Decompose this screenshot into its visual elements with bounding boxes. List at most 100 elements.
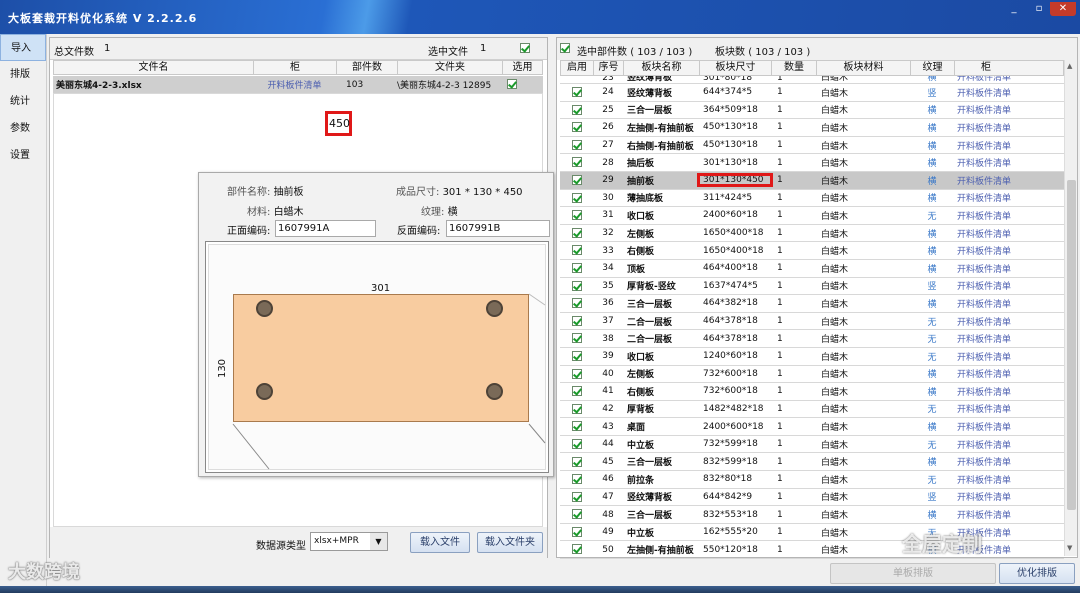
table-row[interactable]: 30 薄抽底板 311*424*5 1 白蜡木 横 开料板件清单 — [560, 190, 1064, 208]
table-row[interactable]: 32 左侧板 1650*400*18 1 白蜡木 横 开料板件清单 — [560, 225, 1064, 243]
row-enable-checkbox[interactable] — [571, 386, 582, 397]
col-material[interactable]: 板块材料 — [817, 61, 911, 75]
row-enable-checkbox[interactable] — [571, 210, 582, 221]
row-enable-checkbox[interactable] — [571, 456, 582, 467]
col-cabinet[interactable]: 柜 — [955, 61, 1017, 75]
row-enable-checkbox[interactable] — [571, 280, 582, 291]
col-quantity[interactable]: 数量 — [772, 61, 817, 75]
col-block-name[interactable]: 板块名称 — [624, 61, 700, 75]
table-row[interactable]: 40 左侧板 732*600*18 1 白蜡木 横 开料板件清单 — [560, 366, 1064, 384]
scroll-down-icon[interactable]: ▼ — [1067, 544, 1072, 552]
row-enable-checkbox[interactable] — [571, 403, 582, 414]
col-use[interactable]: 选用 — [503, 61, 542, 74]
row-enable-checkbox[interactable] — [571, 157, 582, 168]
nav-layout[interactable]: 排版 — [0, 61, 46, 88]
col-block-size[interactable]: 板块尺寸 — [700, 61, 772, 75]
table-row[interactable]: 36 三合一层板 464*382*18 1 白蜡木 横 开料板件清单 — [560, 295, 1064, 313]
col-filename[interactable]: 文件名 — [54, 61, 254, 74]
table-row[interactable]: 34 顶板 464*400*18 1 白蜡木 横 开料板件清单 — [560, 260, 1064, 278]
table-row[interactable]: 42 厚背板 1482*482*18 1 白蜡木 无 开料板件清单 — [560, 401, 1064, 419]
back-code-field[interactable]: 1607991B — [446, 220, 550, 237]
table-row[interactable]: 27 右抽侧-有抽前板 450*130*18 1 白蜡木 横 开料板件清单 — [560, 137, 1064, 155]
table-row[interactable]: 47 竖纹薄背板 644*842*9 1 白蜡木 竖 开料板件清单 — [560, 489, 1064, 507]
table-row[interactable]: 29 抽前板 301*130*450 1 白蜡木 横 开料板件清单 — [560, 171, 1064, 190]
table-row[interactable]: 28 抽后板 301*130*18 1 白蜡木 横 开料板件清单 — [560, 154, 1064, 172]
table-row[interactable]: 46 前拉条 832*80*18 1 白蜡木 无 开料板件清单 — [560, 471, 1064, 489]
row-material: 白蜡木 — [821, 546, 849, 557]
table-row[interactable]: 45 三合一层板 832*599*18 1 白蜡木 横 开料板件清单 — [560, 453, 1064, 472]
minimize-button[interactable]: _ — [1003, 2, 1025, 16]
row-enable-checkbox[interactable] — [571, 87, 582, 98]
table-row[interactable]: 44 中立板 732*599*18 1 白蜡木 无 开料板件清单 — [560, 436, 1064, 454]
row-enable-checkbox[interactable] — [571, 245, 582, 256]
row-enable-checkbox[interactable] — [571, 421, 582, 432]
row-enable-checkbox[interactable] — [571, 262, 582, 273]
optimize-layout-button[interactable]: 优化排版 — [999, 563, 1075, 584]
table-row[interactable]: 37 二合一层板 464*378*18 1 白蜡木 无 开料板件清单 — [560, 313, 1064, 331]
row-enable-checkbox[interactable] — [571, 368, 582, 379]
nav-settings[interactable]: 设置 — [0, 142, 46, 169]
row-cabinet: 开料板件清单 — [957, 264, 1012, 275]
table-row[interactable]: 24 竖纹薄背板 644*374*5 1 白蜡木 竖 开料板件清单 — [560, 84, 1064, 102]
row-block-size: 162*555*20 — [703, 527, 758, 538]
row-enable-checkbox[interactable] — [571, 175, 582, 186]
table-row[interactable]: 48 三合一层板 832*553*18 1 白蜡木 横 开料板件清单 — [560, 506, 1064, 524]
nav-statistics[interactable]: 统计 — [0, 88, 46, 115]
row-enable-checkbox[interactable] — [571, 350, 582, 361]
table-row[interactable]: 33 右侧板 1650*400*18 1 白蜡木 横 开料板件清单 — [560, 242, 1064, 260]
nav-parameters[interactable]: 参数 — [0, 115, 46, 142]
row-enable-checkbox[interactable] — [571, 227, 582, 238]
row-enable-checkbox[interactable] — [571, 139, 582, 150]
row-enable-checkbox[interactable] — [571, 333, 582, 344]
table-row[interactable]: 39 收口板 1240*60*18 1 白蜡木 无 开料板件清单 — [560, 348, 1064, 366]
nav-import[interactable]: 导入 — [0, 34, 46, 61]
row-cabinet: 开料板件清单 — [957, 458, 1012, 469]
table-row[interactable]: 43 桌面 2400*600*18 1 白蜡木 横 开料板件清单 — [560, 418, 1064, 436]
row-enable-checkbox[interactable] — [571, 526, 582, 537]
table-row[interactable]: 38 二合一层板 464*378*18 1 白蜡木 无 开料板件清单 — [560, 330, 1064, 348]
row-enable-checkbox[interactable] — [571, 491, 582, 502]
table-row[interactable]: 50 左抽侧-有抽前板 550*120*18 1 白蜡木横开料板件清单 — [560, 541, 1064, 560]
scroll-up-icon[interactable]: ▲ — [1067, 62, 1072, 70]
table-row[interactable]: 25 三合一层板 364*509*18 1 白蜡木 横 开料板件清单 — [560, 102, 1064, 120]
row-enable-checkbox[interactable] — [571, 315, 582, 326]
table-row[interactable]: 31 收口板 2400*60*18 1 白蜡木 无 开料板件清单 — [560, 207, 1064, 225]
row-enable-checkbox[interactable] — [571, 544, 582, 555]
table-row[interactable]: 41 右侧板 732*600*18 1 白蜡木 横 开料板件清单 — [560, 383, 1064, 401]
load-file-button[interactable]: 载入文件 — [410, 532, 470, 553]
row-enable-checkbox[interactable] — [571, 474, 582, 485]
col-grain[interactable]: 纹理 — [911, 61, 955, 75]
row-enable-checkbox[interactable] — [571, 438, 582, 449]
table-row[interactable]: 23 竖纹薄背板 301*80*18 1 白蜡木 横 开料板件清单 — [560, 76, 1064, 84]
select-all-parts-checkbox[interactable] — [560, 43, 570, 53]
file-use-checkbox[interactable] — [507, 79, 517, 90]
table-row[interactable]: 49 中立板 162*555*20 1 白蜡木无开料板件清单 — [560, 524, 1064, 542]
table-row[interactable]: 26 左抽侧-有抽前板 450*130*18 1 白蜡木 横 开料板件清单 — [560, 119, 1064, 137]
row-enable-checkbox[interactable] — [571, 509, 582, 520]
parts-scrollbar[interactable]: ▲ ▼ — [1064, 60, 1077, 556]
close-button[interactable]: ✕ — [1050, 2, 1076, 16]
table-row[interactable]: 35 厚背板-竖纹 1637*474*5 1 白蜡木 竖 开料板件清单 — [560, 278, 1064, 296]
file-row[interactable]: 美丽东城4-2-3.xlsx 开料板件清单 103 \美丽东城4-2-3 128… — [53, 76, 543, 93]
chevron-down-icon[interactable]: ▼ — [370, 533, 387, 550]
scroll-thumb[interactable] — [1067, 180, 1076, 510]
row-enable-checkbox[interactable] — [571, 104, 582, 115]
source-type-select[interactable]: xlsx+MPR ▼ — [310, 532, 388, 551]
row-grain: 横 — [927, 247, 937, 258]
select-all-files-checkbox[interactable] — [520, 43, 530, 53]
single-layout-button[interactable]: 单板排版 — [830, 563, 996, 584]
row-enable-checkbox[interactable] — [571, 192, 582, 203]
col-cabinet[interactable]: 柜 — [254, 61, 337, 74]
col-index[interactable]: 序号 — [594, 61, 624, 75]
watermark-right: 全屋定制 — [902, 532, 982, 556]
maximize-button[interactable]: ▫ — [1028, 2, 1050, 16]
col-folder[interactable]: 文件夹 — [398, 61, 503, 74]
row-quantity: 1 — [777, 474, 783, 485]
row-block-name: 收口板 — [627, 211, 655, 222]
col-parts[interactable]: 部件数 — [337, 61, 398, 74]
front-code-field[interactable]: 1607991A — [275, 220, 376, 237]
row-enable-checkbox[interactable] — [571, 122, 582, 133]
row-enable-checkbox[interactable] — [571, 298, 582, 309]
load-folder-button[interactable]: 载入文件夹 — [477, 532, 543, 553]
col-enable[interactable]: 启用 — [561, 61, 594, 75]
